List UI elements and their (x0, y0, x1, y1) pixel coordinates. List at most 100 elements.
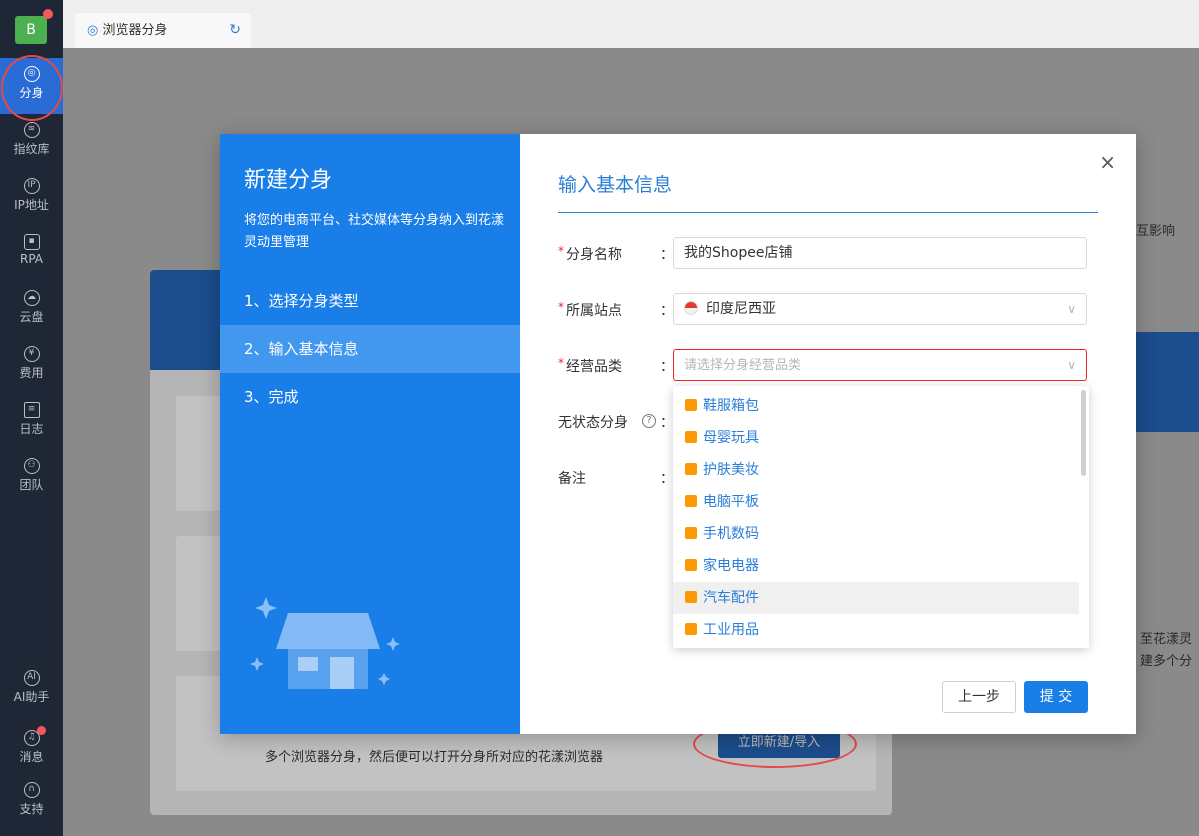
background-text: 多个浏览器分身，然后便可以打开分身所对应的花漾浏览器 (265, 750, 604, 765)
dialog-sidebar: 新建分身 将您的电商平台、社交媒体等分身纳入到花漾灵动里管理 1、选择分身类型 … (220, 134, 520, 734)
message-badge (37, 726, 46, 735)
sidebar-item-label: 日志 (19, 422, 44, 436)
team-icon: ⚇ (23, 458, 40, 474)
chevron-down-icon: ∨ (1067, 358, 1076, 372)
indonesia-flag-icon (684, 301, 698, 315)
tab-label: 浏览器分身 (102, 23, 168, 38)
sidebar-item-messages[interactable]: ♫ 消息 (0, 722, 63, 778)
category-option-label: 家电电器 (703, 558, 759, 574)
category-option[interactable]: 鞋服箱包 (673, 390, 1079, 422)
site-value: 印度尼西亚 (706, 301, 776, 317)
section-divider (558, 212, 1098, 213)
previous-step-button[interactable]: 上一步 (942, 681, 1016, 713)
background-text: 互影响 (1136, 224, 1176, 239)
stateless-label: 无状态分身 (558, 415, 628, 431)
category-option-label: 母婴玩具 (703, 430, 759, 446)
site-select[interactable]: 印度尼西亚 ∨ (673, 293, 1087, 325)
category-label-text: 经营品类 (566, 359, 622, 375)
sidebar-item-label: AI助手 (13, 690, 50, 704)
remark-label: 备注 (558, 471, 586, 487)
background-banner (1136, 332, 1199, 432)
background-text: 建多个分 (1140, 654, 1193, 669)
sidebar-item-ip[interactable]: IP IP地址 (0, 170, 63, 226)
appliance-icon (685, 559, 697, 571)
category-option[interactable]: 家电电器 (673, 550, 1079, 582)
sidebar-item-label: IP地址 (14, 198, 49, 212)
site-label-text: 所属站点 (566, 303, 622, 319)
site-label: * 所属站点 (558, 300, 622, 320)
category-label: * 经营品类 (558, 356, 622, 376)
background-text: 至花漾灵 (1140, 632, 1193, 647)
profile-name-label: * 分身名称 (558, 244, 622, 264)
category-select[interactable]: 请选择分身经营品类 ∨ (673, 349, 1087, 381)
category-option[interactable]: 手机数码 (673, 518, 1079, 550)
required-mark: * (558, 300, 564, 314)
colon: ： (660, 415, 674, 431)
sidebar-item-label: 指纹库 (13, 142, 50, 156)
category-option[interactable]: 母婴玩具 (673, 422, 1079, 454)
sidebar-item-label: RPA (19, 252, 43, 266)
section-title: 输入基本信息 (558, 174, 673, 196)
sidebar-item-billing[interactable]: ¥ 费用 (0, 338, 63, 394)
computer-icon (685, 495, 697, 507)
profile-name-input[interactable]: 我的Shopee店铺 (673, 237, 1087, 269)
category-option-label: 工业用品 (703, 622, 759, 638)
sidebar-item-rpa[interactable]: ▪ RPA (0, 226, 63, 282)
close-icon[interactable]: × (1099, 150, 1116, 174)
sidebar-item-logs[interactable]: ≡ 日志 (0, 394, 63, 450)
new-profile-dialog: 新建分身 将您的电商平台、社交媒体等分身纳入到花漾灵动里管理 1、选择分身类型 … (220, 134, 1136, 734)
chrome-icon: ◎ (87, 23, 99, 38)
fingerprint-icon: ≋ (23, 122, 40, 138)
yen-icon: ¥ (23, 346, 40, 362)
category-option[interactable]: 护肤美妆 (673, 454, 1079, 486)
avatar[interactable]: B (15, 16, 47, 44)
category-option[interactable]: 汽车配件 (673, 582, 1079, 614)
sidebar-item-label: 团队 (19, 478, 44, 492)
sidebar-item-fingerprint[interactable]: ≋ 指纹库 (0, 114, 63, 170)
sidebar-item-support[interactable]: ∩ 支持 (0, 774, 63, 836)
cosmetics-icon (685, 463, 697, 475)
highlight-ring (1, 55, 63, 121)
sidebar-item-label: 云盘 (19, 310, 44, 324)
sidebar-item-team[interactable]: ⚇ 团队 (0, 450, 63, 506)
car-icon (685, 591, 697, 603)
notification-dot (43, 9, 53, 19)
dialog-description: 将您的电商平台、社交媒体等分身纳入到花漾灵动里管理 (244, 213, 505, 250)
clothing-icon (685, 399, 697, 411)
category-option-label: 护肤美妆 (703, 462, 759, 478)
industrial-icon (685, 623, 697, 635)
required-mark: * (558, 356, 564, 370)
dropdown-scrollbar[interactable] (1081, 390, 1086, 476)
toy-icon (685, 431, 697, 443)
robot-icon: ▪ (23, 234, 40, 250)
cloud-icon: ☁ (23, 290, 40, 306)
required-mark: * (558, 244, 564, 258)
colon: ： (660, 303, 674, 319)
category-option-label: 电脑平板 (703, 494, 759, 510)
dialog-title: 新建分身 (244, 168, 333, 193)
tab-bar: ◎ 浏览器分身 ↻ (63, 0, 1199, 48)
sidebar-item-cloud[interactable]: ☁ 云盘 (0, 282, 63, 338)
submit-button[interactable]: 提 交 (1024, 681, 1088, 713)
sidebar-item-ai[interactable]: AI AI助手 (0, 662, 63, 718)
phone-icon (685, 527, 697, 539)
colon: ： (660, 247, 674, 263)
dialog-form-panel: × 输入基本信息 * 分身名称 ： 我的Shopee店铺 * 所属站点 ： 印度尼西… (520, 134, 1136, 734)
help-icon[interactable]: ? (642, 414, 656, 428)
category-option[interactable]: 电脑平板 (673, 486, 1079, 518)
profile-name-value: 我的Shopee店铺 (684, 245, 793, 261)
store-illustration (250, 597, 400, 689)
step-basic-info: 2、输入基本信息 (220, 325, 520, 373)
sidebar: B ◎ 分身 ≋ 指纹库 IP IP地址 ▪ RPA ☁ 云盘 ¥ 费用 ≡ 日… (0, 0, 63, 836)
tab-browser-profiles[interactable]: ◎ 浏览器分身 ↻ (75, 13, 251, 48)
category-option[interactable]: 工业用品 (673, 614, 1079, 646)
category-option-label: 鞋服箱包 (703, 398, 759, 414)
category-option-label: 汽车配件 (703, 590, 759, 606)
category-placeholder: 请选择分身经营品类 (684, 358, 802, 373)
ip-icon: IP (23, 178, 40, 194)
chevron-down-icon: ∨ (1067, 302, 1076, 316)
headset-icon: ∩ (23, 782, 40, 798)
refresh-icon[interactable]: ↻ (229, 13, 241, 48)
sidebar-item-label: 消息 (19, 750, 44, 764)
category-option-label: 手机数码 (703, 526, 759, 542)
